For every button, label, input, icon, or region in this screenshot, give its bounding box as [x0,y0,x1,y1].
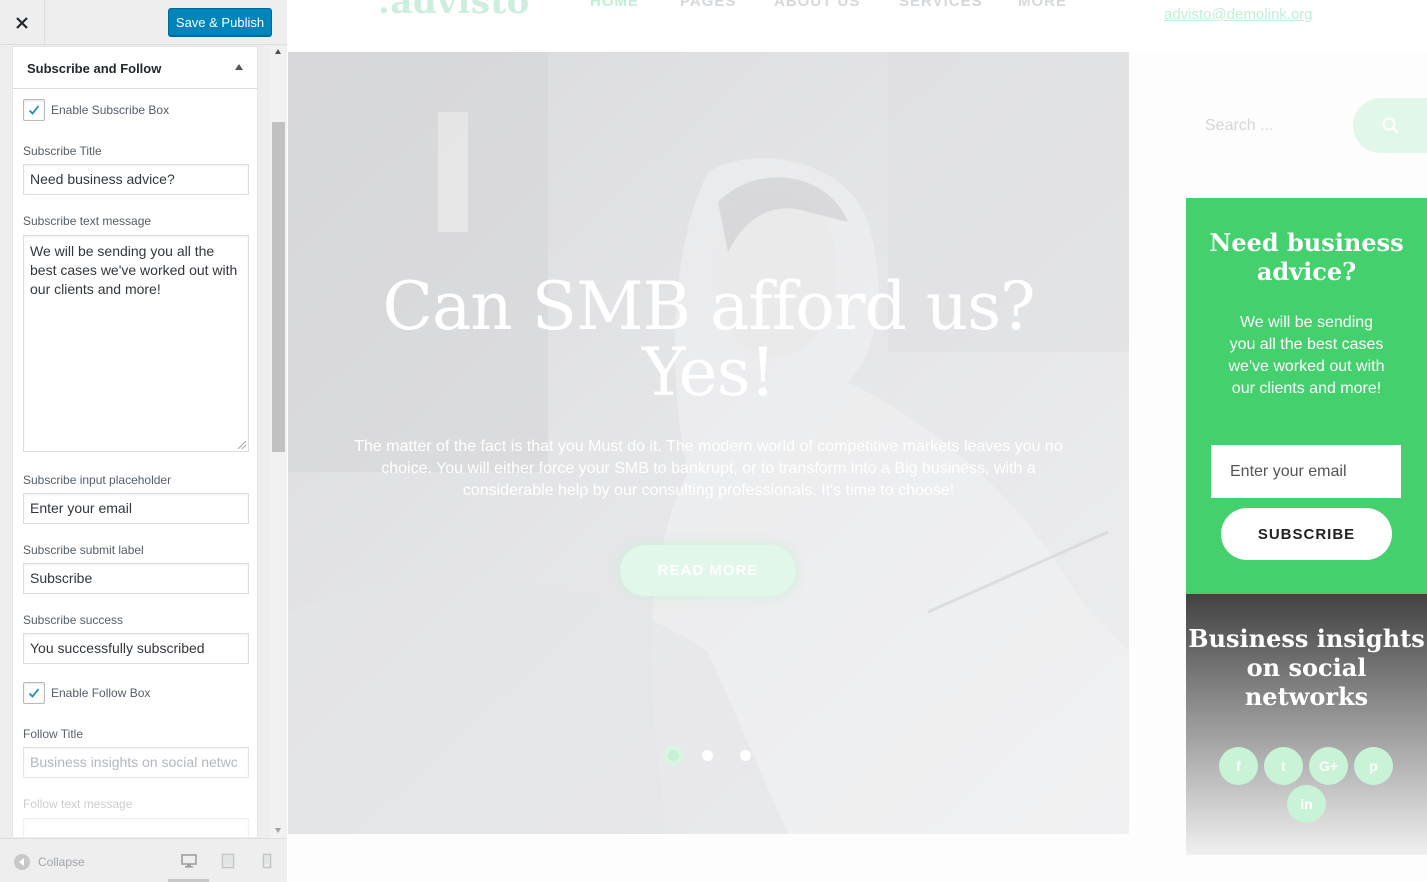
success-input[interactable]: You successfully subscribed [23,633,249,664]
sidebar-scrollbar[interactable] [270,46,287,838]
subscribe-text-value: We will be sending you all the best case… [30,243,238,297]
collapse-button[interactable]: Collapse [14,854,85,870]
enable-follow-label: Enable Follow Box [51,686,151,700]
nav-services[interactable]: SERVICES [899,0,983,10]
collapse-icon [14,854,30,870]
enable-subscribe-label: Enable Subscribe Box [51,103,170,117]
read-more-button[interactable]: READ MORE [620,545,796,596]
subscribe-email-input[interactable]: Enter your email [1211,445,1401,498]
site-header: .advisto HOME PAGES ABOUT US SERVICES MO… [288,0,1427,52]
follow-text-label: Follow text message [23,797,133,811]
scroll-up-arrow-icon[interactable] [275,49,281,54]
slider-dot-3[interactable] [740,750,751,761]
collapse-label: Collapse [38,855,85,869]
hero-slider: Can SMB afford us? Yes! The matter of th… [288,52,1129,834]
scroll-down-arrow-icon[interactable] [275,828,281,833]
subscribe-title: Need business advice? [1209,228,1404,286]
google-plus-icon[interactable]: G+ [1309,747,1348,785]
follow-title-input[interactable]: Business insights on social netwc [23,747,249,778]
header-email-link[interactable]: advisto@demolink.org [1164,6,1313,23]
resize-grip-icon[interactable] [238,441,246,449]
facebook-icon[interactable]: f [1219,747,1258,785]
search-input[interactable]: Search ... [1186,108,1336,144]
follow-title-label: Follow Title [23,727,84,741]
enable-subscribe-row: Enable Subscribe Box [23,99,169,121]
placeholder-label: Subscribe input placeholder [23,473,172,487]
success-label: Subscribe success [23,613,124,627]
submit-label-label: Subscribe submit label [23,543,144,557]
nav-about-us[interactable]: ABOUT US [774,0,860,10]
search-icon [1382,117,1399,134]
section-title: Subscribe and Follow [27,61,162,76]
site-preview: .advisto HOME PAGES ABOUT US SERVICES MO… [288,0,1427,882]
enable-follow-row: Enable Follow Box [23,682,150,704]
submit-label-input[interactable]: Subscribe [23,563,249,594]
mobile-preview-button[interactable] [258,853,276,869]
customizer-header: Save & Publish [0,0,287,45]
pinterest-icon[interactable]: p [1354,747,1393,785]
site-logo[interactable]: .advisto [378,0,530,22]
customizer-sidebar: Save & Publish Subscribe and Follow Enab… [0,0,287,882]
nav-more[interactable]: MORE [1018,0,1067,10]
section-controls: Enable Subscribe Box Subscribe Title Nee… [12,89,258,837]
scroll-thumb[interactable] [272,122,285,452]
collapse-arrow-icon[interactable] [235,64,243,70]
follow-widget: Business in­sights on so­cial networks f… [1186,594,1427,855]
checkmark-icon [28,105,40,115]
nav-home[interactable]: HOME [590,0,639,10]
subscribe-title-input[interactable]: Need business advice? [23,164,249,195]
hero-text: The matter of the fact is that you Must … [354,438,1063,499]
hero-title: Can SMB afford us? Yes! [288,274,1129,406]
subscribe-text-textarea[interactable]: We will be sending you all the best case… [23,235,249,452]
mobile-icon [262,853,272,869]
search-button[interactable] [1353,98,1427,153]
linkedin-icon[interactable]: in [1287,785,1326,823]
enable-subscribe-checkbox[interactable] [23,99,45,121]
hero-title-line-1: Can SMB afford us? [382,268,1035,345]
hero-title-line-2: Yes! [641,334,776,411]
follow-title: Business in­sights on so­cial networks [1188,624,1425,711]
subscribe-widget: Need business advice? We will be sending… [1186,198,1427,594]
subscribe-button[interactable]: SUBSCRIBE [1221,508,1392,560]
twitter-icon[interactable]: t [1264,747,1303,785]
section-header[interactable]: Subscribe and Follow [12,46,258,89]
save-publish-button[interactable]: Save & Publish [168,8,272,36]
follow-text-textarea[interactable] [23,818,249,837]
subscribe-text: We will be sending you all the best case… [1228,314,1385,397]
tablet-icon [221,853,235,869]
desktop-preview-button[interactable] [180,853,198,869]
slider-dot-2[interactable] [702,750,713,761]
customizer-footer: Collapse [0,838,287,882]
checkmark-icon [28,688,40,698]
close-customizer-button[interactable] [0,0,45,45]
nav-pages[interactable]: PAGES [680,0,736,10]
enable-follow-checkbox[interactable] [23,682,45,704]
placeholder-input[interactable]: Enter your email [23,493,249,524]
subscribe-text-label: Subscribe text message [23,214,152,228]
slider-dot-1[interactable] [663,745,684,766]
close-icon [16,16,28,29]
subscribe-title-label: Subscribe Title [23,144,102,158]
desktop-icon [181,854,197,868]
tablet-preview-button[interactable] [219,853,237,869]
